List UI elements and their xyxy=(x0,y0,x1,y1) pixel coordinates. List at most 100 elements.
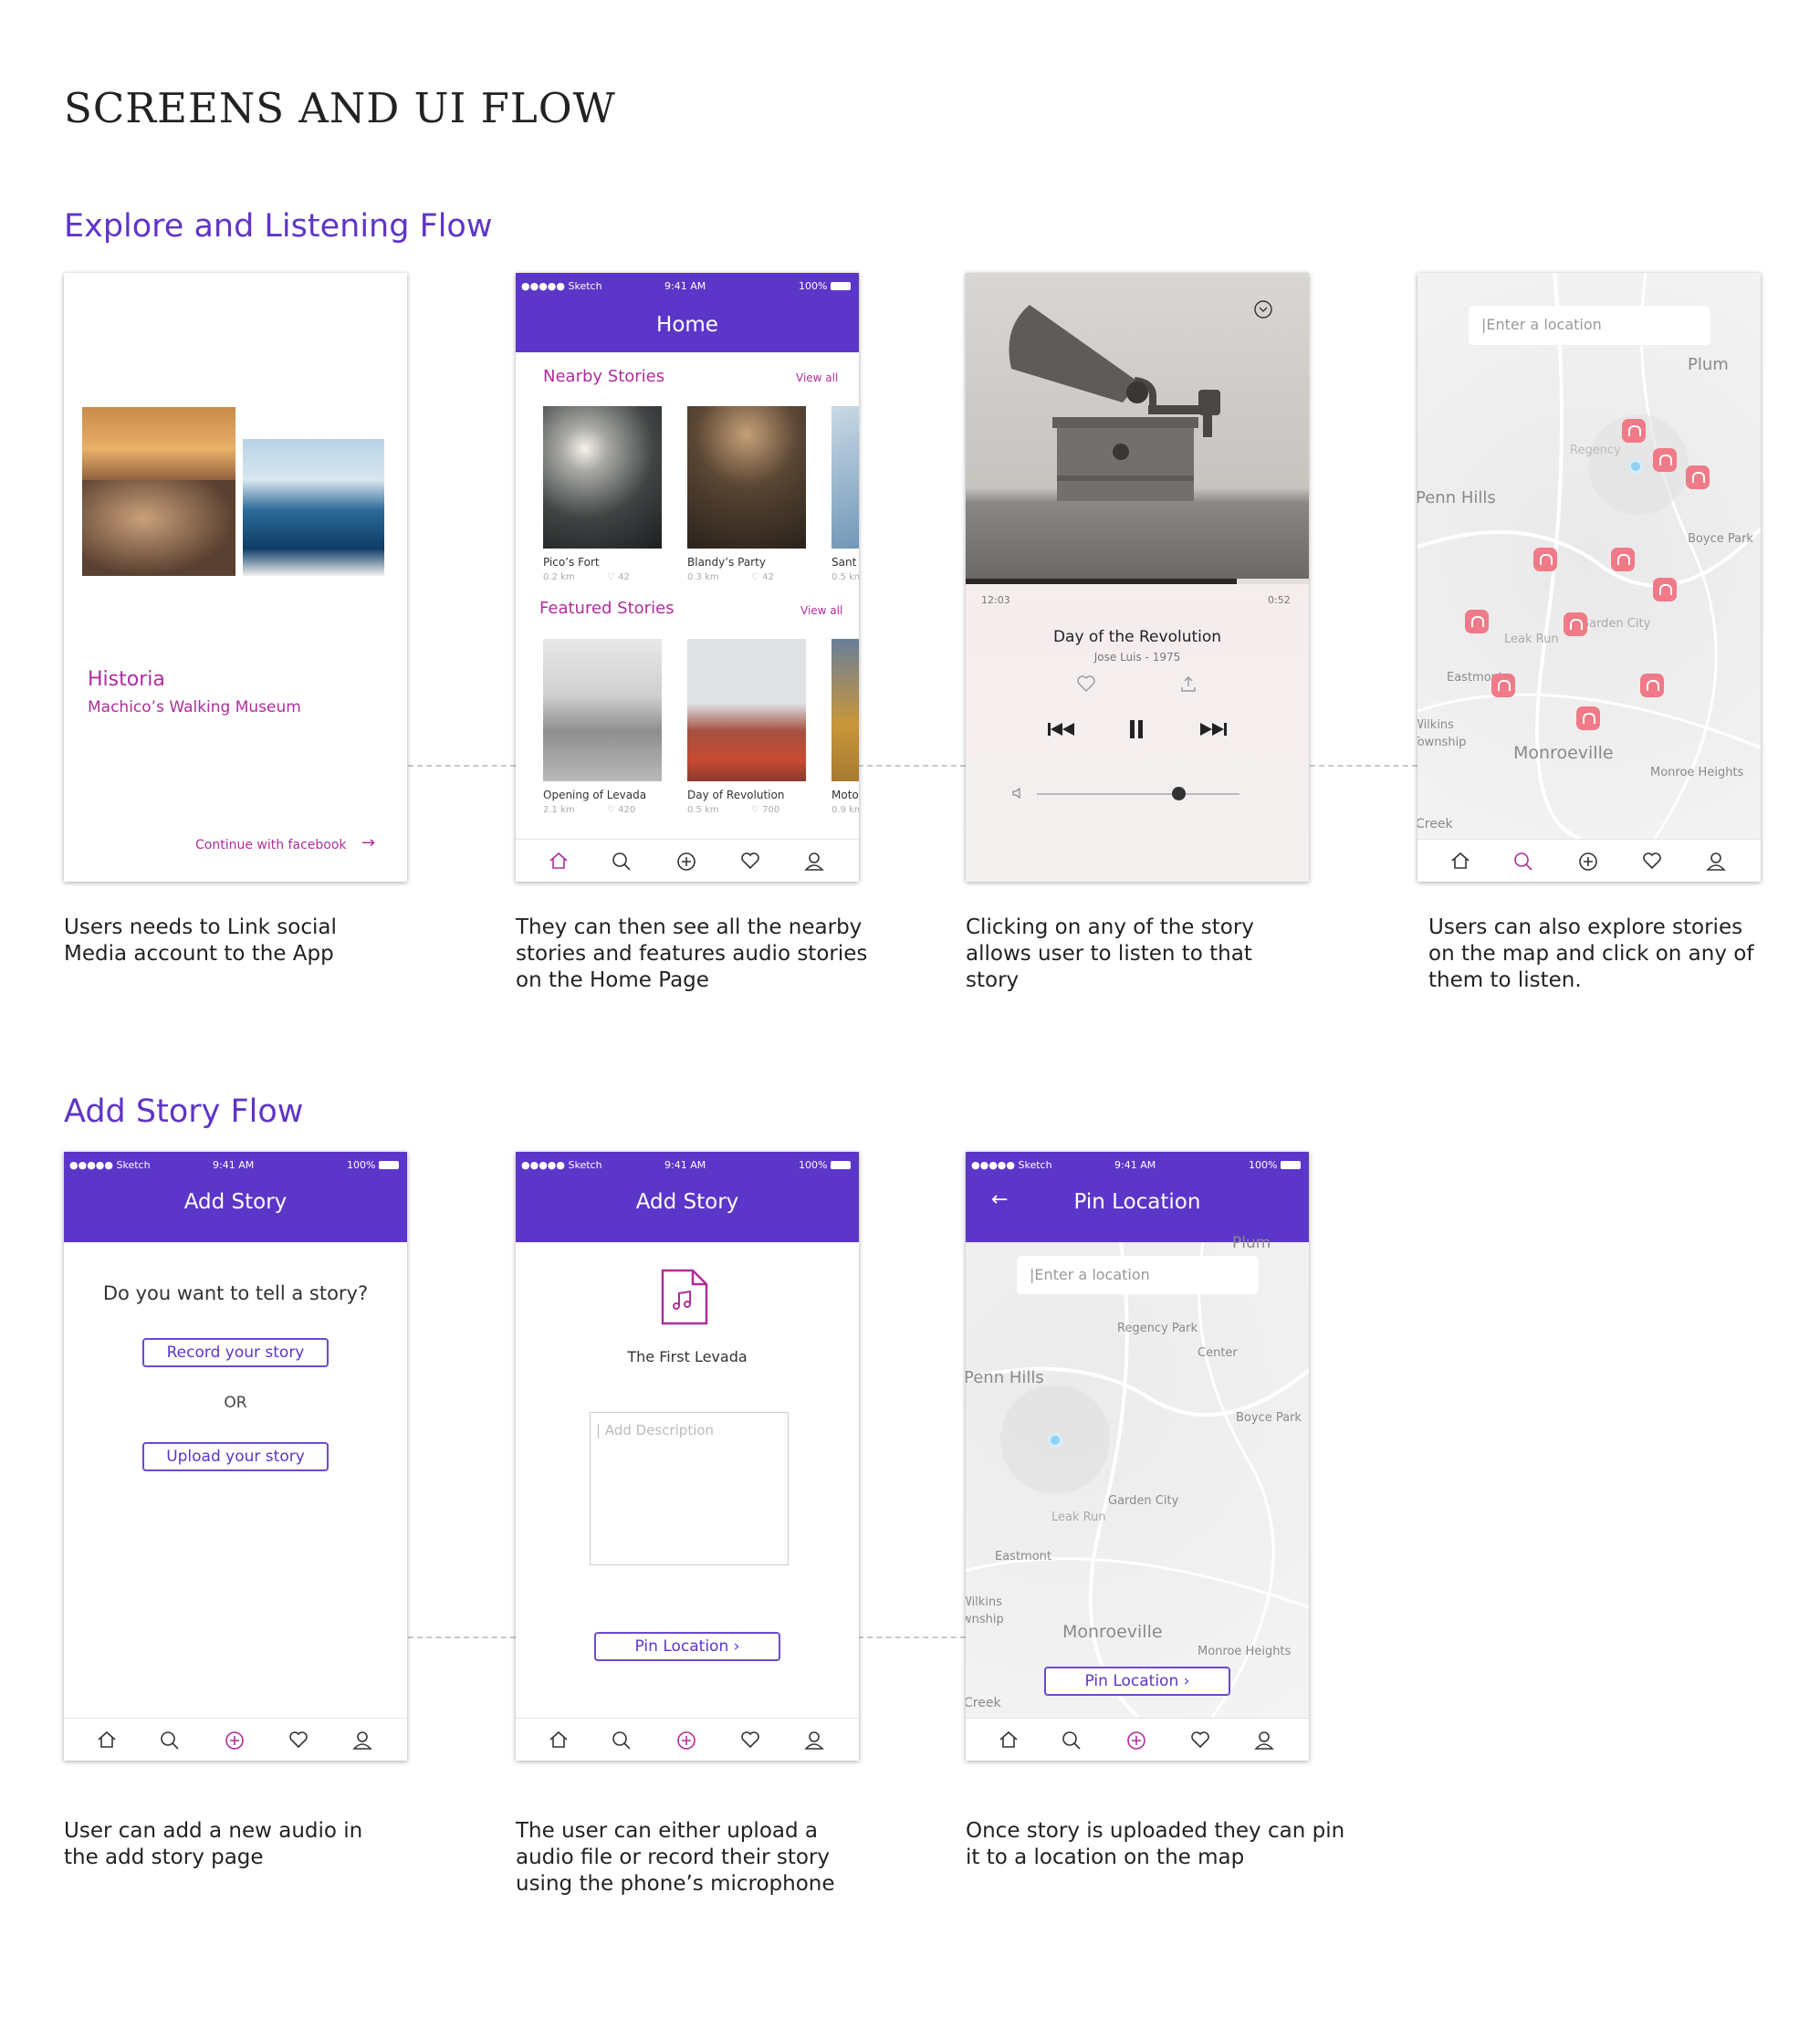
home-icon[interactable] xyxy=(549,1730,569,1749)
bottom-nav xyxy=(64,1718,407,1761)
record-story-button[interactable]: Record your story xyxy=(142,1338,329,1367)
profile-icon[interactable] xyxy=(352,1730,372,1751)
player-screen: 12:03 0:52 Day of the Revolution Jose Lu… xyxy=(966,273,1309,882)
search-icon[interactable] xyxy=(1513,852,1533,872)
story-distance: 0.3 km xyxy=(687,572,719,582)
heart-icon[interactable] xyxy=(1642,852,1662,870)
story-card[interactable]: Moto 0.9 km xyxy=(832,639,859,816)
section-title-explore: Explore and Listening Flow xyxy=(64,208,493,245)
search-icon[interactable] xyxy=(612,1730,632,1751)
volume-knob[interactable] xyxy=(1172,787,1187,800)
home-icon[interactable] xyxy=(1450,852,1470,870)
status-carrier: ●●●●● Sketch xyxy=(521,1159,602,1171)
map-label: Leak Run xyxy=(1504,633,1559,646)
story-card[interactable]: Opening of Levada 2.1 km ♡ 420 xyxy=(543,639,662,816)
map-label: Plum xyxy=(1232,1234,1271,1252)
profile-icon[interactable] xyxy=(1254,1730,1274,1751)
remaining-time: 0:52 xyxy=(1268,594,1291,606)
story-distance: 0.5 km xyxy=(832,572,859,582)
map-label: Monroe Heights xyxy=(1198,1645,1292,1658)
add-story-file-screen: ●●●●● Sketch 9:41 AM 100% Add Story The … xyxy=(516,1152,859,1761)
pin-location-button[interactable]: Pin Location › xyxy=(1044,1667,1230,1696)
story-pin-icon[interactable] xyxy=(1491,674,1515,697)
pause-icon[interactable] xyxy=(1125,717,1147,741)
story-pin-icon[interactable] xyxy=(1653,448,1677,472)
add-icon[interactable] xyxy=(676,1730,696,1751)
heart-icon[interactable] xyxy=(740,1730,760,1749)
nearby-view-all-link[interactable]: View all xyxy=(796,371,838,384)
home-icon[interactable] xyxy=(97,1730,117,1749)
previous-track-icon[interactable] xyxy=(1046,719,1077,739)
section-title-add-story: Add Story Flow xyxy=(64,1093,304,1130)
story-distance: 0.5 km xyxy=(687,805,719,815)
story-pin-icon[interactable] xyxy=(1640,674,1664,697)
add-icon[interactable] xyxy=(1126,1730,1146,1751)
add-icon[interactable] xyxy=(676,852,696,872)
profile-icon[interactable] xyxy=(804,1730,824,1751)
story-card[interactable]: Sant 0.5 km xyxy=(832,406,859,583)
track-progress-bar[interactable] xyxy=(966,579,1309,584)
next-track-icon[interactable] xyxy=(1198,719,1229,739)
home-icon[interactable] xyxy=(549,852,569,870)
story-likes: ♡ 42 xyxy=(607,572,630,582)
map-screen: |Enter a location Plum Regency Penn Hill… xyxy=(1417,273,1761,882)
share-icon[interactable] xyxy=(1178,674,1198,693)
story-card[interactable]: Blandy’s Party 0.3 km ♡ 42 xyxy=(687,406,806,583)
location-search-input[interactable]: |Enter a location xyxy=(1017,1256,1259,1294)
story-card[interactable]: Day of Revolution 0.5 km ♡ 700 xyxy=(687,639,806,816)
heart-icon[interactable] xyxy=(1190,1730,1210,1749)
collapse-chevron-icon[interactable] xyxy=(1253,299,1273,319)
upload-story-button[interactable]: Upload your story xyxy=(142,1442,329,1471)
like-heart-icon[interactable] xyxy=(1076,674,1096,693)
story-pin-icon[interactable] xyxy=(1686,465,1710,489)
status-time: 9:41 AM xyxy=(1114,1159,1156,1171)
battery-icon xyxy=(831,282,851,290)
story-pin-icon[interactable] xyxy=(1576,706,1600,730)
story-card[interactable]: Pico’s Fort 0.2 km ♡ 42 xyxy=(543,406,662,583)
caption: Users needs to Link social Media account… xyxy=(64,915,337,966)
story-pin-icon[interactable] xyxy=(1465,610,1489,633)
bottom-nav xyxy=(1417,839,1761,882)
search-icon[interactable] xyxy=(1062,1730,1082,1751)
story-pin-icon[interactable] xyxy=(1533,548,1557,571)
current-location-dot xyxy=(1628,459,1643,474)
continue-facebook-link[interactable]: Continue with facebook xyxy=(195,838,347,852)
featured-view-all-link[interactable]: View all xyxy=(800,604,842,617)
heart-icon[interactable] xyxy=(740,852,760,870)
add-icon[interactable] xyxy=(1578,852,1598,872)
status-battery: 100% xyxy=(347,1159,376,1171)
volume-slider[interactable] xyxy=(1037,787,1239,800)
album-art xyxy=(966,273,1309,580)
map-label: Monroe Heights xyxy=(1650,766,1744,779)
story-image xyxy=(687,406,806,549)
battery-icon xyxy=(1281,1161,1301,1169)
map-label: Creek xyxy=(966,1696,1001,1710)
profile-icon[interactable] xyxy=(804,852,824,872)
status-time: 9:41 AM xyxy=(213,1159,255,1171)
map-label: Regency xyxy=(1570,444,1621,457)
location-search-input[interactable]: |Enter a location xyxy=(1469,306,1710,345)
photo-ocean xyxy=(243,439,384,576)
story-pin-icon[interactable] xyxy=(1653,578,1677,601)
description-textarea[interactable]: | Add Description xyxy=(590,1412,789,1565)
story-image xyxy=(832,639,859,781)
map-label: Garden City xyxy=(1580,617,1651,631)
story-name: Opening of Levada xyxy=(543,789,647,801)
home-screen: ●●●●● Sketch 9:41 AM 100% Home Nearby St… xyxy=(516,273,859,882)
home-icon[interactable] xyxy=(999,1730,1019,1749)
search-icon[interactable] xyxy=(160,1730,180,1751)
search-icon[interactable] xyxy=(612,852,632,872)
story-pin-icon[interactable] xyxy=(1564,612,1587,636)
add-story-title: Add Story xyxy=(635,1190,739,1214)
add-story-screen: ●●●●● Sketch 9:41 AM 100% Add Story Do y… xyxy=(64,1152,407,1761)
add-icon[interactable] xyxy=(225,1730,245,1751)
story-name: Pico’s Fort xyxy=(543,556,600,569)
story-pin-icon[interactable] xyxy=(1611,548,1635,571)
arrow-right-icon[interactable]: → xyxy=(361,833,375,852)
profile-icon[interactable] xyxy=(1706,852,1726,872)
map-label: Penn Hills xyxy=(1417,488,1496,507)
heart-icon[interactable] xyxy=(288,1730,309,1749)
story-pin-icon[interactable] xyxy=(1622,419,1646,443)
flow-connector xyxy=(1310,765,1417,767)
pin-location-button[interactable]: Pin Location › xyxy=(594,1632,780,1661)
